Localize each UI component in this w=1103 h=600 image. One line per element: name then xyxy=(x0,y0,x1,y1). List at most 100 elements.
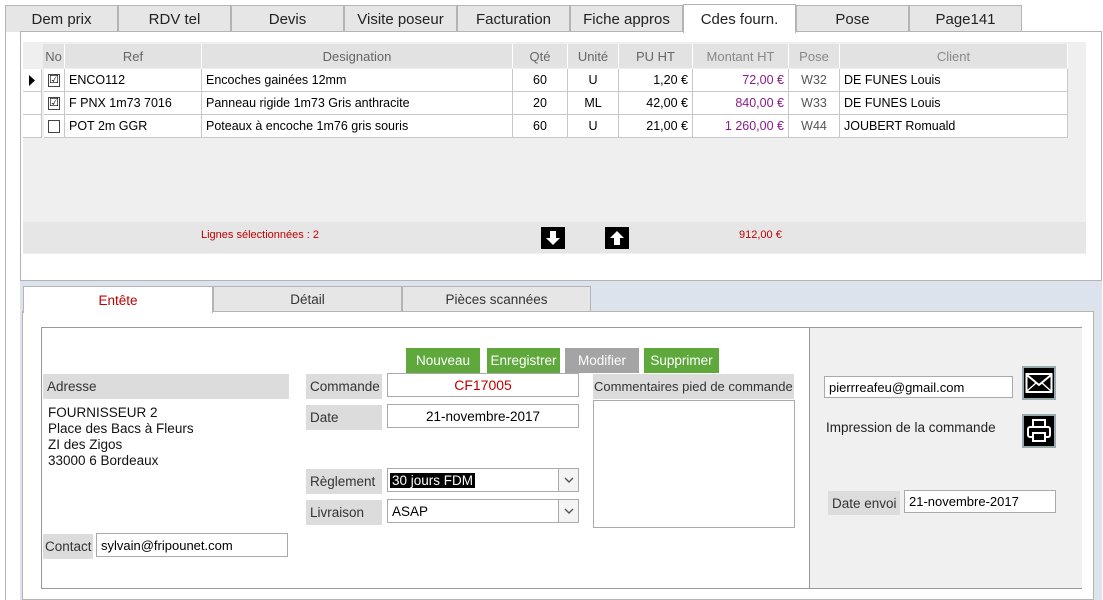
tab-fiche-appros[interactable]: Fiche appros xyxy=(570,5,683,32)
print-button[interactable] xyxy=(1022,414,1056,448)
tab-pose[interactable]: Pose xyxy=(796,5,909,32)
printer-icon xyxy=(1027,419,1051,442)
cell-client[interactable]: DE FUNES Louis xyxy=(840,92,1068,115)
col-header-montant-ht[interactable]: Montant HT xyxy=(693,44,789,68)
row-checkbox-cell[interactable]: ☑ xyxy=(44,69,65,92)
tab-rdv-tel[interactable]: RDV tel xyxy=(118,5,231,32)
cell-pose[interactable]: W44 xyxy=(789,115,840,138)
cell-montant-ht[interactable]: 840,00 € xyxy=(693,92,789,115)
row-pointer-icon xyxy=(29,75,35,86)
col-header-pu-ht[interactable]: PU HT xyxy=(619,44,693,68)
cell-unite[interactable]: ML xyxy=(568,92,619,115)
cell-ref[interactable]: POT 2m GGR xyxy=(65,115,202,138)
col-header-client[interactable]: Client xyxy=(840,44,1068,68)
cell-designation[interactable]: Poteaux à encoche 1m76 gris souris xyxy=(202,115,513,138)
row-selector[interactable] xyxy=(23,115,42,138)
cell-ref[interactable]: ENCO112 xyxy=(65,69,202,92)
livraison-label: Livraison xyxy=(306,500,382,525)
subtab-detail[interactable]: Détail xyxy=(213,286,402,312)
entete-form-frame: Nouveau Enregistrer Modifier Supprimer A… xyxy=(41,327,1082,589)
reglement-select[interactable]: 30 jours FDM xyxy=(387,468,579,492)
left-frame-line xyxy=(5,31,6,600)
cell-pu-ht[interactable]: 42,00 € xyxy=(619,92,693,115)
subtab-entete[interactable]: Entête xyxy=(23,286,213,313)
table-row[interactable]: ☑ F PNX 1m73 7016 Panneau rigide 1m73 Gr… xyxy=(44,92,1089,115)
col-header-designation[interactable]: Designation xyxy=(202,44,513,68)
cell-pu-ht[interactable]: 21,00 € xyxy=(619,115,693,138)
date-envoi-label: Date envoi xyxy=(828,491,900,515)
adresse-line: Place des Bacs à Fleurs xyxy=(48,421,194,436)
grid-footer: Lignes sélectionnées : 2 912,00 € xyxy=(23,222,1086,253)
reglement-dropdown-button[interactable] xyxy=(558,469,578,491)
checkbox-unchecked-icon[interactable] xyxy=(48,119,60,133)
commentaires-textarea[interactable] xyxy=(593,400,795,528)
orders-grid-panel: No Ref Designation Qté Unité PU HT Monta… xyxy=(20,31,1102,281)
row-selector-active[interactable] xyxy=(23,69,42,92)
cell-pose[interactable]: W32 xyxy=(789,69,840,92)
email-field[interactable]: pierrreafeu@gmail.com xyxy=(824,376,1013,398)
livraison-dropdown-button[interactable] xyxy=(558,500,578,522)
commentaires-label: Commentaires pied de commande xyxy=(593,374,794,399)
nouveau-button[interactable]: Nouveau xyxy=(406,348,480,373)
date-envoi-field[interactable]: 21-novembre-2017 xyxy=(904,490,1056,513)
tab-cdes-fourn[interactable]: Cdes fourn. xyxy=(683,4,796,33)
supprimer-button[interactable]: Supprimer xyxy=(644,348,719,373)
cell-unite[interactable]: U xyxy=(568,69,619,92)
adresse-line: FOURNISSEUR 2 xyxy=(48,405,158,420)
adresse-block: FOURNISSEUR 2 Place des Bacs à Fleurs ZI… xyxy=(48,405,194,469)
cell-client[interactable]: JOUBERT Romuald xyxy=(840,115,1068,138)
selected-lines-count: Lignes sélectionnées : 2 xyxy=(201,229,320,241)
cell-pose[interactable]: W33 xyxy=(789,92,840,115)
date-field[interactable]: 21-novembre-2017 xyxy=(387,404,579,428)
cell-montant-ht[interactable]: 72,00 € xyxy=(693,69,789,92)
enregistrer-button[interactable]: Enregistrer xyxy=(487,348,560,373)
commande-field[interactable]: CF17005 xyxy=(387,373,579,397)
table-row[interactable]: POT 2m GGR Poteaux à encoche 1m76 gris s… xyxy=(44,115,1089,138)
table-row[interactable]: ☑ ENCO112 Encoches gainées 12mm 60 U 1,2… xyxy=(44,69,1089,92)
reglement-label: Règlement xyxy=(306,469,382,494)
arrow-up-icon xyxy=(610,231,624,245)
checkbox-checked-icon[interactable]: ☑ xyxy=(48,73,60,87)
cell-pu-ht[interactable]: 1,20 € xyxy=(619,69,693,92)
cell-ref[interactable]: F PNX 1m73 7016 xyxy=(65,92,202,115)
cell-client[interactable]: DE FUNES Louis xyxy=(840,69,1068,92)
col-header-unite[interactable]: Unité xyxy=(568,44,619,68)
reglement-selected-value: 30 jours FDM xyxy=(390,472,476,488)
row-checkbox-cell[interactable] xyxy=(44,115,65,138)
arrow-down-icon xyxy=(546,231,560,245)
envelope-icon xyxy=(1025,373,1053,393)
send-email-button[interactable] xyxy=(1022,366,1056,400)
cell-montant-ht[interactable]: 1 260,00 € xyxy=(693,115,789,138)
envoi-section: pierrreafeu@gmail.com Impression de la c… xyxy=(809,328,1082,588)
livraison-select[interactable]: ASAP xyxy=(387,499,579,523)
contact-field[interactable]: sylvain@fripounet.com xyxy=(96,533,288,557)
col-header-pose[interactable]: Pose xyxy=(789,44,840,68)
chevron-down-icon xyxy=(564,508,573,514)
tab-visite-poseur[interactable]: Visite poseur xyxy=(344,5,457,32)
move-up-button[interactable] xyxy=(605,227,629,249)
tab-devis[interactable]: Devis xyxy=(231,5,344,32)
entete-form-panel: Nouveau Enregistrer Modifier Supprimer A… xyxy=(22,311,1094,600)
row-selector[interactable] xyxy=(23,92,42,115)
col-header-no[interactable]: No xyxy=(43,44,65,68)
row-checkbox-cell[interactable]: ☑ xyxy=(44,92,65,115)
move-down-button[interactable] xyxy=(541,227,565,249)
checkbox-checked-icon[interactable]: ☑ xyxy=(48,96,60,110)
contact-label: Contact xyxy=(43,534,93,559)
cell-unite[interactable]: U xyxy=(568,115,619,138)
cell-designation[interactable]: Panneau rigide 1m73 Gris anthracite xyxy=(202,92,513,115)
tab-page141[interactable]: Page141 xyxy=(909,5,1022,32)
cell-designation[interactable]: Encoches gainées 12mm xyxy=(202,69,513,92)
chevron-down-icon xyxy=(564,477,573,483)
tab-dem-prix[interactable]: Dem prix xyxy=(5,5,118,32)
cell-qte[interactable]: 60 xyxy=(513,69,568,92)
adresse-label: Adresse xyxy=(43,374,289,399)
cell-qte[interactable]: 20 xyxy=(513,92,568,115)
cell-qte[interactable]: 60 xyxy=(513,115,568,138)
selected-total: 912,00 € xyxy=(739,229,782,241)
subtab-pieces-scannees[interactable]: Pièces scannées xyxy=(402,286,591,312)
col-header-qte[interactable]: Qté xyxy=(513,44,568,68)
modifier-button[interactable]: Modifier xyxy=(565,348,639,373)
tab-facturation[interactable]: Facturation xyxy=(457,5,570,32)
col-header-ref[interactable]: Ref xyxy=(65,44,202,68)
